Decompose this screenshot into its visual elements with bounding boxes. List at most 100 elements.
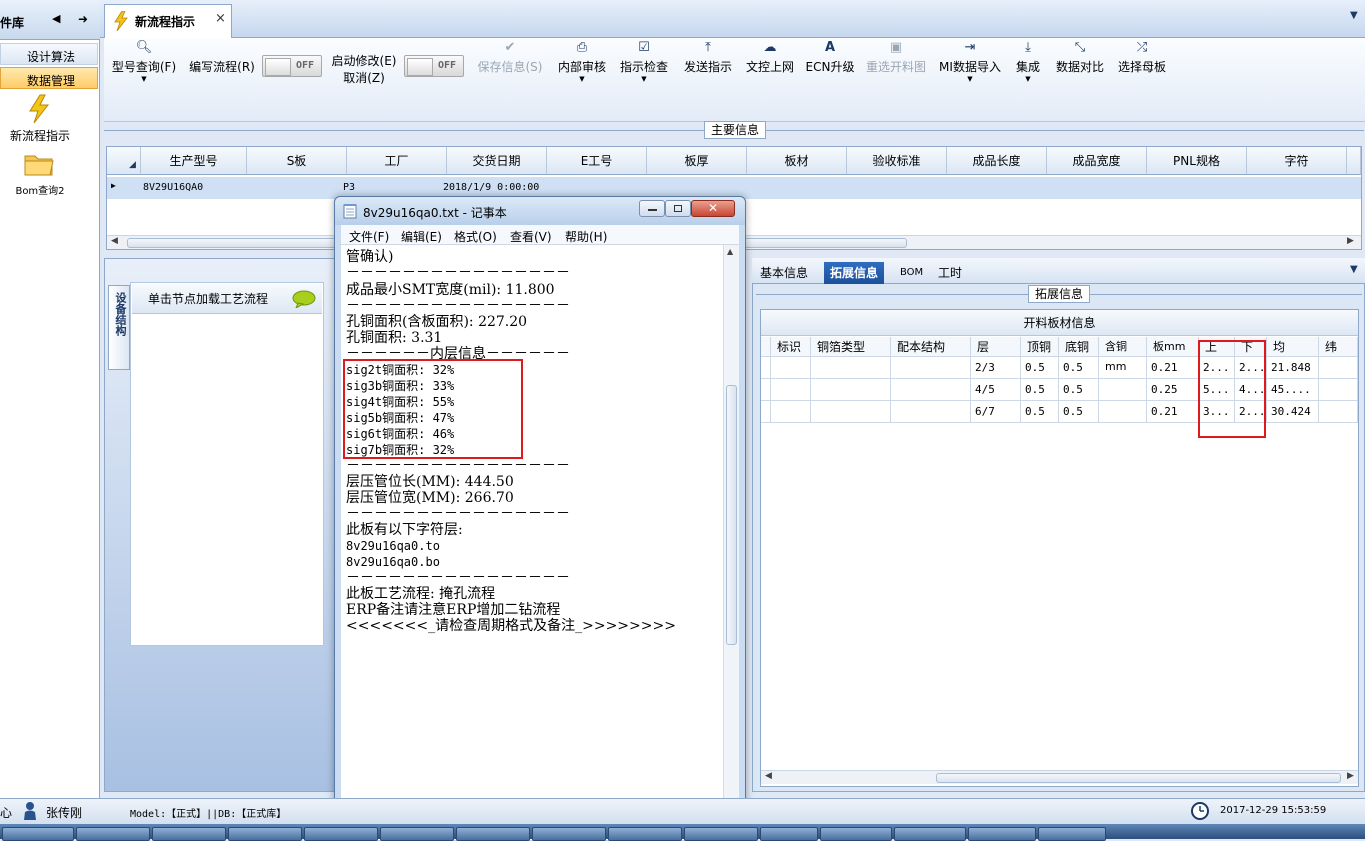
write-process-button[interactable]: 编写流程(R) xyxy=(186,38,258,88)
column-header[interactable]: 层 xyxy=(971,337,1021,357)
tab-work-hours[interactable]: 工时 xyxy=(932,262,968,284)
table-cell: 0.21 xyxy=(1147,357,1199,379)
write-process-toggle[interactable]: OFF xyxy=(262,55,322,77)
scroll-left-icon[interactable]: ◀ xyxy=(765,771,772,781)
column-header[interactable]: 验收标准 xyxy=(847,147,947,175)
tab-basic-info[interactable]: 基本信息 xyxy=(754,262,814,284)
column-header[interactable]: 配本结构 xyxy=(891,337,971,357)
user-icon xyxy=(24,802,36,820)
ecn-upgrade-button[interactable]: A ECN升级 xyxy=(804,38,856,88)
data-compare-button[interactable]: ⤡ 数据对比 xyxy=(1052,38,1108,88)
menu-view[interactable]: 查看(V) xyxy=(510,228,552,245)
column-header[interactable]: 成品长度 xyxy=(947,147,1047,175)
chevron-down-icon: ▼ xyxy=(141,75,147,83)
minimize-icon xyxy=(648,209,657,211)
table-cell xyxy=(891,379,971,401)
table-cell: 0.5 xyxy=(1059,379,1099,401)
text-line: 层压管位长(MM): 444.50 xyxy=(346,474,514,490)
scroll-right-icon[interactable]: ▶ xyxy=(1347,771,1354,781)
check-icon: ✔ xyxy=(504,40,516,55)
select-master-board-button[interactable]: ⤮ 选择母板 xyxy=(1114,38,1170,88)
tab-new-process[interactable]: 新流程指示 × xyxy=(104,4,232,38)
send-instruction-button[interactable]: ⤒ 发送指示 xyxy=(680,38,736,88)
status-left-text: 心 xyxy=(0,806,13,820)
node-hint-bar: 单击节点加载工艺流程 xyxy=(132,284,322,314)
close-icon[interactable]: × xyxy=(215,11,226,26)
notepad-window[interactable]: 8v29u16qa0.txt - 记事本 ✕ 文件(F) 编辑(E) 格式(O)… xyxy=(334,196,746,840)
process-tree[interactable] xyxy=(130,282,324,646)
scrollbar-thumb[interactable] xyxy=(936,773,1341,783)
horizontal-scrollbar[interactable]: ◀ ▶ xyxy=(761,770,1358,784)
column-header[interactable]: 生产型号 xyxy=(141,147,247,175)
menu-file[interactable]: 文件(F) xyxy=(349,228,389,245)
notepad-text-area[interactable]: 管确认) －－－－－－－－－－－－－－－－ 成品最小SMT宽度(mil): 11… xyxy=(341,245,723,840)
column-header[interactable]: 工厂 xyxy=(347,147,447,175)
column-header[interactable]: 板mm xyxy=(1147,337,1199,357)
text-line: 8v29u16qa0.bo xyxy=(346,555,440,569)
scroll-up-icon[interactable]: ▲ xyxy=(727,247,733,256)
menu-format[interactable]: 格式(O) xyxy=(454,228,497,245)
chevron-down-icon[interactable]: ▼ xyxy=(1350,264,1358,275)
table-cell: 0.5 xyxy=(1021,379,1059,401)
table-cell: 30.424 xyxy=(1267,401,1319,423)
sidebar-item-design-algorithm[interactable]: 设计算法 xyxy=(0,43,98,65)
speech-bubble-icon xyxy=(292,290,316,308)
sidebar-item-data-management[interactable]: 数据管理 xyxy=(0,67,98,89)
table-cell xyxy=(771,357,811,379)
column-header[interactable]: 底铜 xyxy=(1059,337,1099,357)
minimize-button[interactable] xyxy=(639,200,665,217)
mi-data-import-button[interactable]: ⇥ MI数据导入 ▼ xyxy=(936,38,1004,88)
column-header[interactable]: 均 xyxy=(1267,337,1319,357)
menu-help[interactable]: 帮助(H) xyxy=(565,228,607,245)
column-header[interactable]: PNL规格 xyxy=(1147,147,1247,175)
vertical-scrollbar[interactable]: ▲ xyxy=(723,245,739,840)
sidebar-item-label: 数据管理 xyxy=(27,74,76,88)
start-modify-toggle[interactable]: OFF xyxy=(404,55,464,77)
column-header[interactable]: 板材 xyxy=(747,147,847,175)
column-header[interactable]: 标识 xyxy=(771,337,811,357)
column-header[interactable]: E工号 xyxy=(547,147,647,175)
tab-equipment-structure[interactable]: 设备结构 xyxy=(108,285,130,370)
user-name: 张传刚 xyxy=(46,806,83,820)
notepad-titlebar[interactable]: 8v29u16qa0.txt - 记事本 ✕ xyxy=(335,197,745,225)
column-header[interactable]: 纬 xyxy=(1319,337,1358,357)
integrate-button[interactable]: ⤓ 集成 ▼ xyxy=(1010,38,1046,88)
extended-info-label: 拓展信息 xyxy=(1028,285,1090,303)
sidebar-title: 件库 xyxy=(0,16,25,30)
sidebar-item-bom-query[interactable]: Bom查询2 xyxy=(0,152,80,197)
document-tab-bar xyxy=(100,0,1365,38)
start-modify-button[interactable]: 启动修改(E) 取消(Z) xyxy=(328,38,400,88)
save-info-button[interactable]: ✔ 保存信息(S) xyxy=(472,38,548,88)
table-cell xyxy=(1319,379,1358,401)
column-header[interactable]: 含铜mm xyxy=(1099,337,1147,373)
menu-edit[interactable]: 编辑(E) xyxy=(401,228,442,245)
internal-review-button[interactable]: ⎙ 内部审核 ▼ xyxy=(554,38,610,88)
instruction-check-button[interactable]: ☑ 指示检查 ▼ xyxy=(616,38,672,88)
notepad-icon xyxy=(343,204,357,219)
scrollbar-thumb[interactable] xyxy=(726,385,737,645)
text-line: 孔铜面积: 3.31 xyxy=(346,330,443,346)
tab-extended-info[interactable]: 拓展信息 xyxy=(824,262,885,284)
arrow-left-icon[interactable]: ◀ xyxy=(52,12,60,25)
column-header[interactable]: 铜箔类型 xyxy=(811,337,891,357)
table-cell xyxy=(811,357,891,379)
column-header[interactable]: 板厚 xyxy=(647,147,747,175)
pin-icon[interactable]: ➜ xyxy=(78,12,88,26)
chevron-down-icon[interactable]: ▼ xyxy=(1350,10,1358,21)
column-header[interactable]: 顶铜 xyxy=(1021,337,1059,357)
os-taskbar xyxy=(0,824,1365,841)
doc-control-online-button[interactable]: ☁ 文控上网 xyxy=(742,38,798,88)
column-header[interactable]: 字符 xyxy=(1247,147,1347,175)
model-query-button[interactable]: 🔍︎ 型号查询(F) ▼ xyxy=(108,38,180,88)
maximize-button[interactable] xyxy=(665,200,691,217)
maximize-icon xyxy=(674,205,682,212)
scroll-right-icon[interactable]: ▶ xyxy=(1347,236,1354,246)
sidebar-item-new-process[interactable]: 新流程指示 xyxy=(0,94,80,144)
tab-bom[interactable]: BOM xyxy=(894,262,929,284)
column-header[interactable]: S板 xyxy=(247,147,347,175)
close-button[interactable]: ✕ xyxy=(691,200,735,217)
scroll-left-icon[interactable]: ◀ xyxy=(111,236,118,246)
column-header[interactable]: 成品宽度 xyxy=(1047,147,1147,175)
column-header[interactable]: 交货日期 xyxy=(447,147,547,175)
reselect-cutting-diagram-button[interactable]: ▣ 重选开料图 xyxy=(862,38,930,88)
